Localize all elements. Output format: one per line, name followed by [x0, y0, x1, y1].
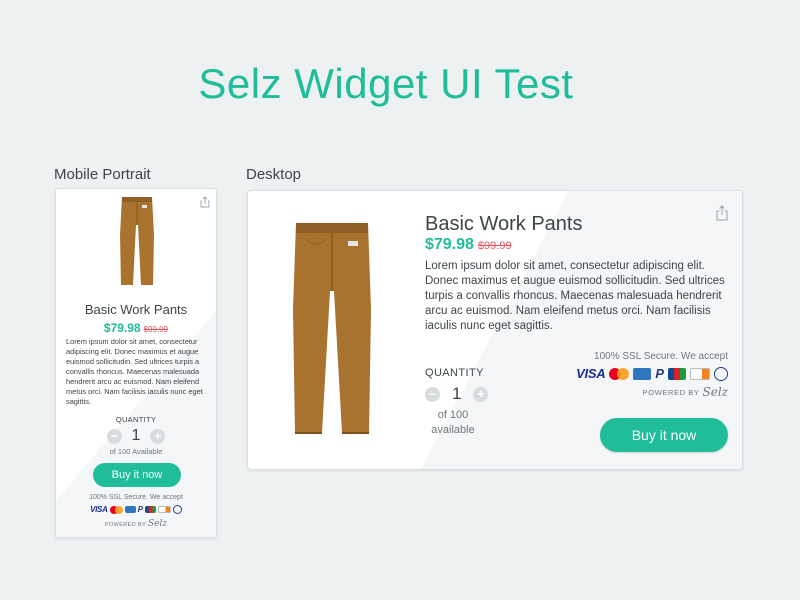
share-icon[interactable]	[200, 196, 210, 208]
jcb-icon	[144, 506, 156, 513]
quantity-label: QUANTITY	[425, 367, 484, 379]
paypal-icon: P	[655, 366, 664, 381]
buy-now-button[interactable]: Buy it now	[600, 418, 728, 452]
visa-icon: VISA	[576, 366, 606, 381]
original-price: $99.99	[143, 325, 169, 334]
visa-icon: VISA	[90, 505, 108, 514]
quantity-stepper: − 1 +	[425, 384, 489, 404]
product-description: Lorem ipsum dolor sit amet, consectetur …	[66, 337, 203, 406]
discover-icon	[157, 506, 171, 513]
page-title: Selz Widget UI Test	[198, 60, 574, 107]
mastercard-icon	[609, 367, 630, 380]
mastercard-icon	[109, 505, 123, 514]
product-title: Basic Work Pants	[84, 302, 188, 317]
availability-text: of 100 available	[431, 409, 475, 436]
pants-image	[293, 223, 371, 434]
desktop-label: Desktop	[246, 166, 302, 183]
decrement-button[interactable]: −	[425, 386, 440, 402]
ssl-secure-text: 100% SSL Secure. We accept	[89, 494, 183, 501]
increment-button[interactable]: +	[150, 428, 166, 444]
quantity-value[interactable]: 1	[132, 427, 141, 445]
quantity-value[interactable]: 1	[452, 384, 461, 404]
mobile-portrait-label: Mobile Portrait	[54, 166, 151, 183]
availability-text: of 100 Available	[109, 447, 163, 456]
product-description: Lorem ipsum dolor sit amet, consectetur …	[425, 260, 725, 332]
selz-logo[interactable]: Selz	[703, 385, 728, 399]
quantity-stepper: − 1 +	[56, 427, 216, 445]
selz-logo[interactable]: Selz	[148, 519, 167, 529]
share-icon[interactable]	[716, 205, 728, 221]
product-price: $79.98	[103, 321, 141, 335]
amex-icon	[124, 506, 136, 513]
powered-by: POWERED BY Selz	[56, 519, 216, 529]
mobile-product-widget: Basic Work Pants $79.98 $99.99 Lorem ipsu…	[55, 188, 217, 538]
powered-by-label: POWERED BY	[642, 387, 700, 397]
original-price: $99.99	[477, 240, 512, 252]
jcb-icon	[668, 367, 686, 380]
discover-icon	[690, 367, 710, 380]
buy-now-button[interactable]: Buy it now	[93, 463, 181, 487]
diners-club-icon	[172, 505, 182, 514]
price-row: $79.98 $99.99	[425, 236, 512, 254]
pants-image	[120, 197, 154, 285]
amex-icon	[633, 367, 652, 380]
desktop-product-widget: Basic Work Pants $79.98 $99.99 Lorem ipsu…	[247, 190, 743, 470]
diners-club-icon	[714, 366, 728, 381]
powered-by: POWERED BY Selz	[643, 385, 728, 399]
quantity-label: QUANTITY	[115, 415, 157, 424]
increment-button[interactable]: +	[473, 386, 489, 402]
paypal-icon: P	[137, 505, 143, 514]
product-title: Basic Work Pants	[425, 213, 583, 235]
payment-methods: VISA P	[576, 366, 728, 381]
payment-methods: VISA P	[56, 505, 216, 514]
ssl-secure-text: 100% SSL Secure. We accept	[594, 351, 728, 362]
powered-by-label: POWERED BY	[104, 522, 147, 528]
decrement-button[interactable]: −	[106, 428, 122, 444]
price-row: $79.98 $99.99	[56, 319, 216, 337]
product-price: $79.98	[425, 236, 474, 253]
